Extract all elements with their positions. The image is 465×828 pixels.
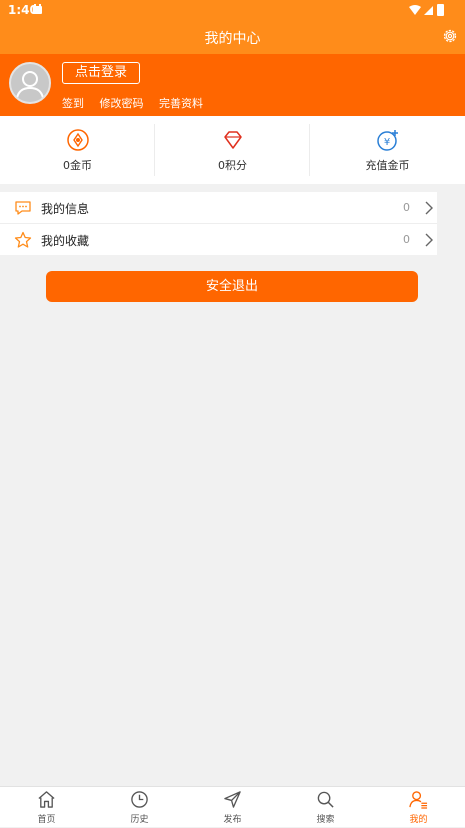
menu-item-count: 0 <box>403 233 410 246</box>
complete-profile-link[interactable]: 完善资料 <box>159 97 203 110</box>
home-icon <box>38 791 55 808</box>
recharge-label: 充值金币 <box>365 159 410 172</box>
page-title: 我的中心 <box>204 31 261 47</box>
avatar[interactable] <box>9 62 51 104</box>
coin-flower-icon <box>67 129 89 151</box>
tab-mine[interactable]: 我的 <box>372 787 465 828</box>
system-status-icons <box>409 4 444 16</box>
stats-panel: 0金币 0积分 ¥ 充值金币 <box>0 116 465 184</box>
search-icon <box>317 791 334 808</box>
tab-history[interactable]: 历史 <box>93 787 186 828</box>
clock-icon <box>131 791 148 808</box>
tab-label: 发布 <box>223 815 242 825</box>
recharge-stat[interactable]: ¥ 充值金币 <box>310 116 465 184</box>
star-icon <box>14 231 32 248</box>
tab-label: 首页 <box>37 815 56 825</box>
chevron-right-icon <box>425 201 433 215</box>
points-label: 0积分 <box>218 159 247 172</box>
profile-links: 签到 修改密码 完善资料 <box>62 95 215 111</box>
message-icon <box>15 201 31 215</box>
menu-item-label: 我的收藏 <box>41 234 90 248</box>
menu-item-count: 0 <box>403 201 410 214</box>
user-silhouette-icon <box>16 71 44 99</box>
chevron-right-icon <box>425 233 433 247</box>
menu-item-my-info[interactable]: 我的信息 0 <box>0 192 437 224</box>
tab-label: 我的 <box>409 815 428 825</box>
signal-icon <box>424 6 433 15</box>
menu-list: 我的信息 0 我的收藏 0 <box>0 192 437 255</box>
battery-icon <box>437 4 444 16</box>
profile-icon <box>409 791 428 809</box>
svg-text:¥: ¥ <box>384 137 390 148</box>
send-icon <box>224 791 241 808</box>
tab-home[interactable]: 首页 <box>0 787 93 828</box>
bottom-tab-bar: 首页 历史 发布 搜索 我的 <box>0 786 465 827</box>
wifi-icon <box>409 5 421 15</box>
title-bar: 我的中心 <box>0 20 465 54</box>
profile-header: 点击登录 签到 修改密码 完善资料 <box>0 54 465 116</box>
sign-in-link[interactable]: 签到 <box>62 97 84 110</box>
menu-item-favorites[interactable]: 我的收藏 0 <box>0 224 437 255</box>
gear-icon[interactable] <box>442 28 458 44</box>
points-stat[interactable]: 0积分 <box>155 116 310 184</box>
yen-coin-plus-icon: ¥ <box>377 130 398 151</box>
coins-stat[interactable]: 0金币 <box>0 116 155 184</box>
tab-publish[interactable]: 发布 <box>186 787 279 828</box>
status-bar: 1:40 <box>0 0 465 20</box>
notification-app-icon <box>33 4 42 14</box>
tab-label: 历史 <box>130 815 149 825</box>
tab-search[interactable]: 搜索 <box>279 787 372 828</box>
menu-item-label: 我的信息 <box>41 202 90 216</box>
login-button[interactable]: 点击登录 <box>62 62 140 84</box>
logout-button[interactable]: 安全退出 <box>46 271 418 302</box>
change-password-link[interactable]: 修改密码 <box>100 97 144 110</box>
coins-label: 0金币 <box>63 159 92 172</box>
diamond-icon <box>224 131 242 149</box>
tab-label: 搜索 <box>316 815 335 825</box>
